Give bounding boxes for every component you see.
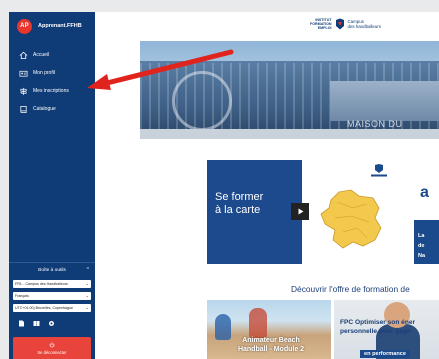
side-card-line: Na — [418, 253, 426, 259]
brand-right-text: Campus des handballeurs — [348, 19, 381, 29]
course-image-figure — [249, 308, 267, 338]
sidebar-item-label: Mon profil — [33, 70, 55, 76]
sidebar-header[interactable]: AP Apprenant.FFHB — [9, 14, 95, 38]
settings-icon[interactable] — [48, 320, 55, 327]
toolbox-icons — [9, 318, 95, 328]
sidebar-item-label: Mes inscriptions — [33, 88, 69, 94]
sidebar-item-catalogue[interactable]: Catalogue — [9, 100, 95, 118]
course-title: Animateur Beach Handball - Module 2 — [231, 336, 311, 354]
site-select[interactable]: FFIL - Campus des Handballeurs ⌄ — [13, 280, 91, 288]
course-title-line: Animateur Beach — [242, 337, 300, 344]
timezone-select[interactable]: UTC+01:00) Bruxelles, Copenhague ⌄ — [13, 304, 91, 312]
book-open-icon[interactable] — [33, 320, 40, 327]
site-select-value: FFIL - Campus des Handballeurs — [15, 282, 68, 286]
logout-button[interactable]: Se déconnecter — [13, 337, 91, 359]
chevron-down-icon: ⌄ — [85, 281, 89, 286]
sidebar-item-accueil[interactable]: Accueil — [9, 46, 95, 64]
ground — [140, 129, 439, 139]
course-image-figure — [215, 314, 231, 340]
ffhandball-logo-icon — [371, 164, 387, 177]
side-card-top: a — [414, 160, 439, 220]
brand-left-text: INSTITUT FORMATION EMPLOI — [310, 18, 332, 30]
home-icon — [18, 50, 28, 60]
course-card[interactable]: Animateur Beach Handball - Module 2 — [207, 300, 331, 359]
side-card-letter: a — [420, 184, 429, 201]
brand-line: des handballeurs — [347, 24, 381, 29]
course-title: FPC Optimiser son éner personnelle pour … — [340, 318, 439, 336]
hero-banner: MAISON DU — [140, 41, 439, 139]
brand-line: EMPLOI — [317, 26, 332, 30]
app-frame: AP Apprenant.FFHB Accueil Mon profil Mes… — [0, 0, 439, 359]
sidebar-item-label: Catalogue — [33, 106, 56, 112]
course-title-line: FPC Optimiser son éner — [340, 319, 416, 326]
course-title-line: personnelle pour gagn — [340, 328, 412, 335]
power-icon — [49, 342, 55, 347]
promo-title-line: Se former — [215, 191, 264, 203]
course-card[interactable]: FPC Optimiser son éner personnelle pour … — [334, 300, 439, 359]
promo-side-card[interactable]: a La de Na — [414, 160, 439, 264]
top-bar: INSTITUT FORMATION EMPLOI Campus des han… — [95, 12, 439, 40]
signpost-icon — [18, 86, 28, 96]
toolbox-title: Boîte à outils — [38, 268, 66, 273]
chevron-down-icon: ⌄ — [85, 293, 89, 298]
timezone-select-value: UTC+01:00) Bruxelles, Copenhague — [15, 306, 74, 310]
id-card-icon — [18, 68, 28, 78]
chevron-down-icon: ⌄ — [85, 305, 89, 310]
side-card-line: de — [418, 243, 425, 249]
main-content: INSTITUT FORMATION EMPLOI Campus des han… — [95, 12, 439, 359]
book-icon — [18, 104, 28, 114]
language-select[interactable]: Français ⌄ — [13, 292, 91, 300]
sidebar-item-mon-profil[interactable]: Mon profil — [9, 64, 95, 82]
sidebar-item-label: Accueil — [33, 52, 50, 58]
promo-title: Se former à la carte — [215, 191, 263, 217]
course-title-line: Handball - Module 2 — [237, 346, 305, 353]
sidebar-item-mes-inscriptions[interactable]: Mes inscriptions — [9, 82, 95, 100]
logout-label: Se déconnecter — [37, 349, 67, 355]
building-glass — [330, 81, 439, 121]
sidebar: AP Apprenant.FFHB Accueil Mon profil Mes… — [9, 12, 95, 359]
sidebar-nav: Accueil Mon profil Mes inscriptions Cata… — [9, 46, 95, 118]
side-card-line: La — [418, 233, 425, 239]
user-name[interactable]: Apprenant.FFHB — [38, 23, 82, 29]
facade-emblem — [172, 71, 232, 131]
side-card-text: La de Na — [418, 231, 425, 261]
document-icon[interactable] — [18, 320, 25, 327]
building-sign: MAISON DU — [347, 119, 403, 129]
play-button[interactable] — [291, 203, 309, 220]
toolbox: Boîte à outils ^ FFIL - Campus des Handb… — [9, 262, 95, 359]
course-badge: en performance — [360, 350, 410, 358]
play-icon — [298, 208, 303, 215]
language-select-value: Français — [15, 294, 29, 298]
handball-logo-icon — [335, 18, 344, 30]
brand-logo[interactable]: INSTITUT FORMATION EMPLOI Campus des han… — [310, 18, 381, 30]
promo-carousel-slide[interactable]: Se former à la carte — [207, 160, 409, 264]
toolbox-toggle[interactable]: Boîte à outils ^ — [9, 263, 95, 278]
france-map-icon — [320, 189, 382, 249]
section-title: Découvrir l'offre de formation de — [291, 284, 410, 294]
chevron-up-icon: ^ — [86, 267, 89, 273]
avatar[interactable]: AP — [17, 18, 32, 34]
promo-title-line: à la carte — [215, 204, 261, 216]
